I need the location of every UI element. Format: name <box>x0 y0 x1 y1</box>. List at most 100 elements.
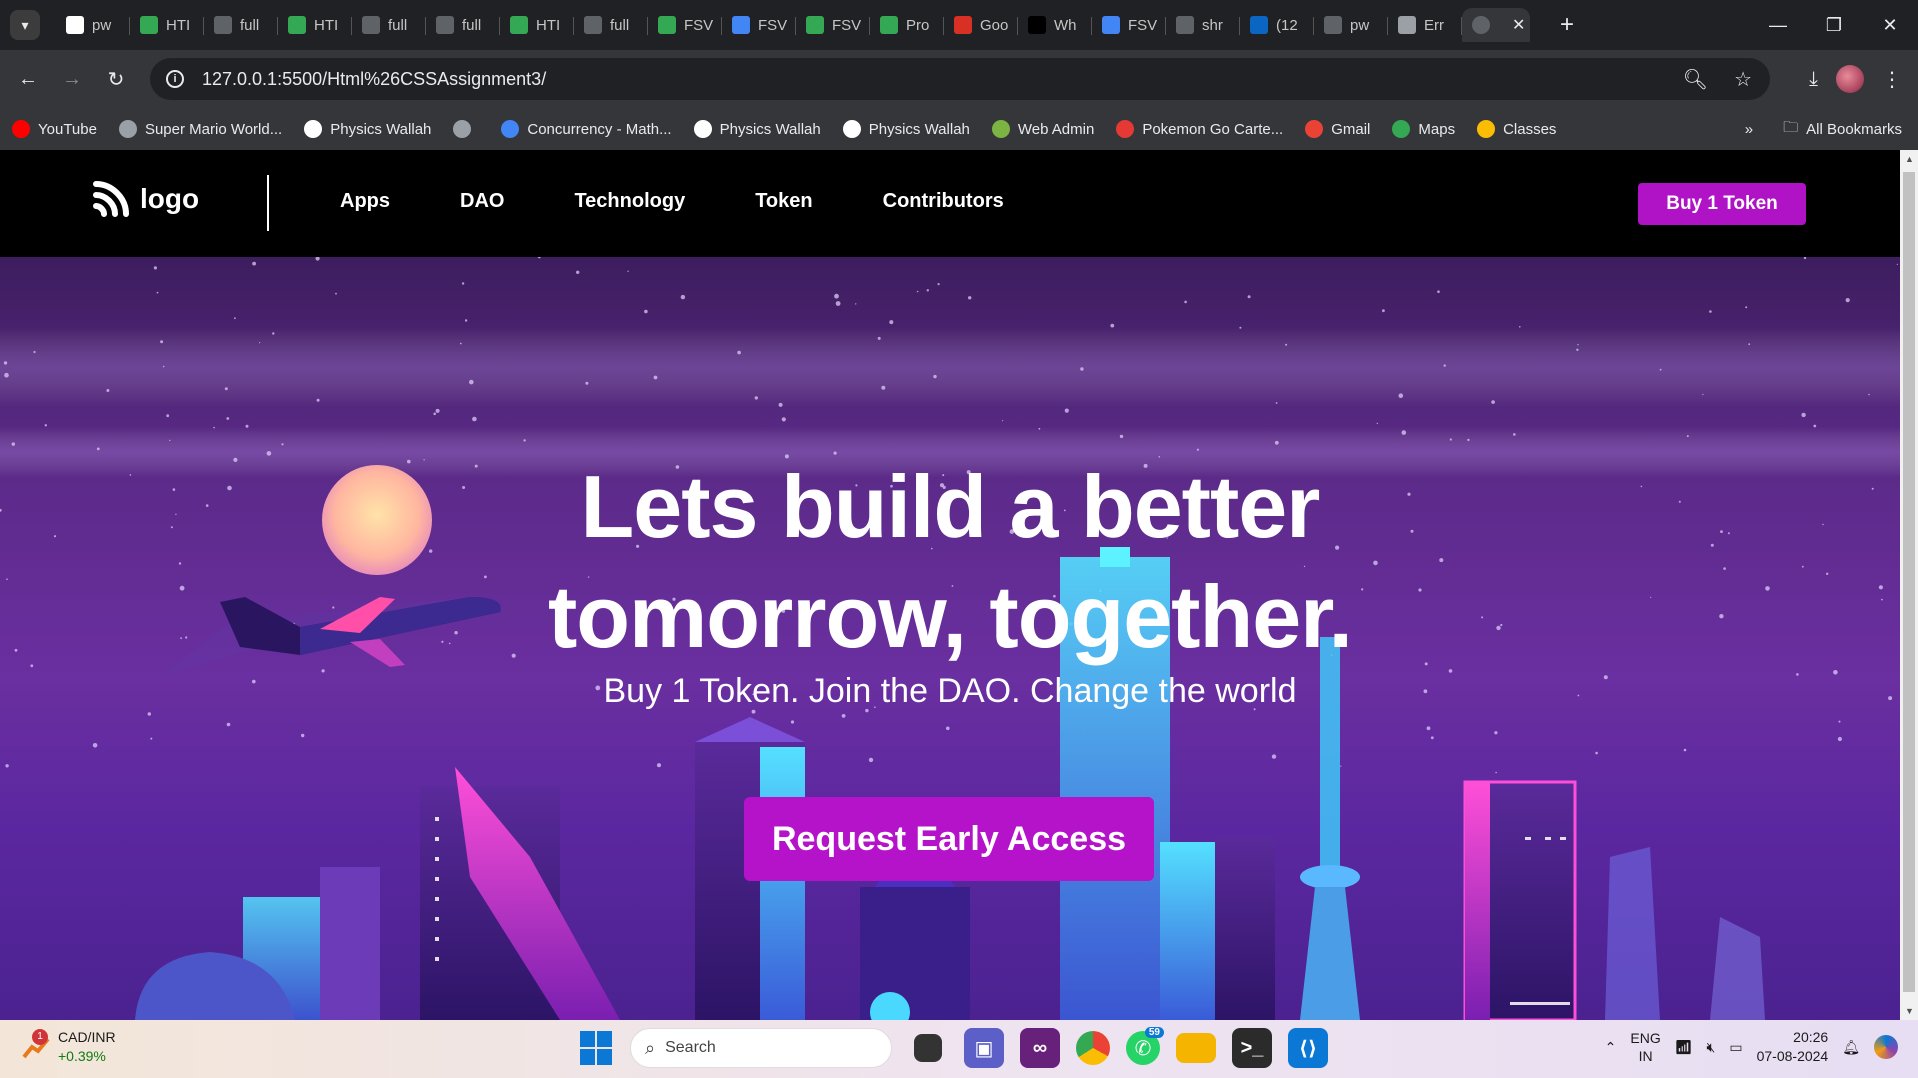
meet-icon[interactable]: ▣ <box>964 1028 1004 1068</box>
browser-tab[interactable]: FSV <box>722 8 796 42</box>
notification-icon[interactable]: 🔔︎ <box>1842 1039 1860 1056</box>
bookmark-item[interactable]: Concurrency - Math... <box>501 120 672 138</box>
all-bookmarks-button[interactable]: 🗀 All Bookmarks <box>1783 117 1902 142</box>
scroll-up-icon[interactable]: ▲ <box>1905 154 1914 164</box>
bookmark-star-icon[interactable]: ☆ <box>1734 67 1752 92</box>
language-indicator[interactable]: ENG IN <box>1630 1029 1660 1065</box>
vscode-icon[interactable]: ⟨⟩ <box>1288 1028 1328 1068</box>
bookmark-item[interactable]: Physics Wallah <box>693 120 821 138</box>
bookmark-item[interactable]: Gmail <box>1305 120 1370 138</box>
linkedin-icon <box>1250 16 1268 34</box>
profile-avatar[interactable] <box>1836 65 1864 93</box>
windows-start-icon[interactable] <box>580 1031 614 1065</box>
bookmark-item[interactable] <box>453 120 479 138</box>
site-info-icon[interactable]: i <box>166 70 184 88</box>
request-early-access-button[interactable]: Request Early Access <box>744 797 1154 881</box>
browser-tab[interactable]: shr <box>1166 8 1240 42</box>
new-tab-button[interactable]: + <box>1560 11 1574 39</box>
restore-icon[interactable]: ❐ <box>1806 15 1862 36</box>
stock-widget[interactable]: 1 CAD/INR +0.39% <box>22 1028 116 1066</box>
browser-tab[interactable]: Goo <box>944 8 1018 42</box>
bookmark-item[interactable]: Super Mario World... <box>118 120 282 138</box>
browser-tab[interactable]: full <box>204 8 278 42</box>
tab-label: FSV <box>1128 16 1158 34</box>
taskbar-search[interactable]: ⌕ Search <box>630 1028 892 1068</box>
visual-studio-icon[interactable]: ∞ <box>1020 1028 1060 1068</box>
browser-tab[interactable]: FSV <box>1092 8 1166 42</box>
active-tab[interactable]: ✕ <box>1462 8 1530 42</box>
minimize-icon[interactable]: — <box>1750 15 1806 36</box>
browser-tab[interactable]: HTI <box>278 8 352 42</box>
nav-dao[interactable]: DAO <box>460 190 504 213</box>
reload-icon[interactable]: ↻ <box>94 67 138 92</box>
page-scrollbar[interactable]: ▲ ▼ <box>1900 150 1918 1020</box>
close-tab-icon[interactable]: ✕ <box>1512 15 1525 35</box>
browser-tab[interactable]: full <box>352 8 426 42</box>
browser-tab[interactable]: Wh <box>1018 8 1092 42</box>
forward-icon[interactable]: → <box>50 68 94 91</box>
tab-label: (12 <box>1276 16 1298 34</box>
battery-icon[interactable]: ▭ <box>1729 1039 1742 1056</box>
folder-icon: 🗀 <box>1783 118 1799 136</box>
nav-apps[interactable]: Apps <box>340 190 390 213</box>
nav-technology[interactable]: Technology <box>574 190 685 213</box>
copilot-icon[interactable] <box>1874 1035 1898 1059</box>
chrome-icon[interactable] <box>1076 1031 1110 1065</box>
browser-tab[interactable]: Err <box>1388 8 1462 42</box>
google-slides-icon <box>954 16 972 34</box>
bookmark-item[interactable]: Web Admin <box>991 120 1094 138</box>
browser-tab[interactable]: pw <box>1314 8 1388 42</box>
youtube-icon <box>12 120 30 138</box>
google-docs-icon <box>1102 16 1120 34</box>
browser-tab[interactable]: HTI <box>500 8 574 42</box>
browser-tab[interactable]: pw <box>56 8 130 42</box>
bookmark-item[interactable]: YouTube <box>12 120 97 138</box>
file-explorer-icon[interactable] <box>1176 1033 1216 1063</box>
wifi-icon[interactable]: 📶︎ <box>1675 1039 1693 1056</box>
bookmark-item[interactable]: Maps <box>1392 120 1455 138</box>
site-logo[interactable]: logo <box>92 180 199 218</box>
tab-search-button[interactable]: ▾ <box>10 10 40 40</box>
browser-tab[interactable]: full <box>574 8 648 42</box>
buy-token-button[interactable]: Buy 1 Token <box>1638 183 1806 225</box>
nav-contributors[interactable]: Contributors <box>883 190 1004 213</box>
browser-tab[interactable]: FSV <box>796 8 870 42</box>
bookmark-item[interactable]: Pokemon Go Carte... <box>1116 120 1283 138</box>
close-window-icon[interactable]: ✕ <box>1862 15 1918 36</box>
browser-tab[interactable]: Pro <box>870 8 944 42</box>
url-text[interactable]: 127.0.0.1:5500/Html%26CSSAssignment3/ <box>202 69 546 90</box>
wordpress-icon <box>66 16 84 34</box>
terminal-icon[interactable]: >_ <box>1232 1028 1272 1068</box>
scrollbar-thumb[interactable] <box>1903 172 1915 992</box>
menu-icon[interactable]: ⋮ <box>1882 67 1902 92</box>
download-icon[interactable]: ⤓ <box>1809 68 1818 91</box>
task-view-icon[interactable] <box>914 1034 942 1062</box>
browser-tab-strip: ▾ pw HTI full HTI full full HTI full FSV FSV FSV Pr… <box>0 0 1918 50</box>
scroll-down-icon[interactable]: ▼ <box>1905 1006 1914 1016</box>
site-header: logo Apps DAO Technology Token Contribut… <box>0 150 1900 257</box>
hero-subheadline: Buy 1 Token. Join the DAO. Change the wo… <box>603 672 1297 710</box>
whatsapp-icon[interactable]: ✆ 59 <box>1126 1027 1164 1065</box>
whatsapp-badge: 59 <box>1144 1027 1164 1038</box>
github-icon <box>1324 16 1342 34</box>
more-bookmarks-icon[interactable]: » <box>1745 121 1753 138</box>
chevron-up-icon[interactable]: ⌃ <box>1605 1039 1617 1056</box>
address-bar[interactable]: i 127.0.0.1:5500/Html%26CSSAssignment3/ … <box>150 58 1770 100</box>
tab-label: HTI <box>166 16 191 34</box>
clock[interactable]: 20:26 07-08-2024 <box>1757 1028 1829 1066</box>
google-drive-icon <box>510 16 528 34</box>
volume-muted-icon[interactable]: 🔇︎ <box>1707 1039 1716 1056</box>
bookmark-item[interactable]: Classes <box>1477 120 1556 138</box>
bookmark-item[interactable]: Physics Wallah <box>842 120 970 138</box>
zoom-icon[interactable]: 🔍︎ <box>1683 67 1708 92</box>
browser-tab[interactable]: (12 <box>1240 8 1314 42</box>
browser-tab[interactable]: full <box>426 8 500 42</box>
nav-token[interactable]: Token <box>755 190 812 213</box>
browser-tab[interactable]: FSV <box>648 8 722 42</box>
tab-label: full <box>388 16 408 34</box>
bookmark-item[interactable]: Physics Wallah <box>304 120 431 138</box>
tab-label: HTI <box>536 16 561 34</box>
back-icon[interactable]: ← <box>6 68 50 91</box>
bookmark-label: Pokemon Go Carte... <box>1142 120 1284 138</box>
browser-tab[interactable]: HTI <box>130 8 204 42</box>
